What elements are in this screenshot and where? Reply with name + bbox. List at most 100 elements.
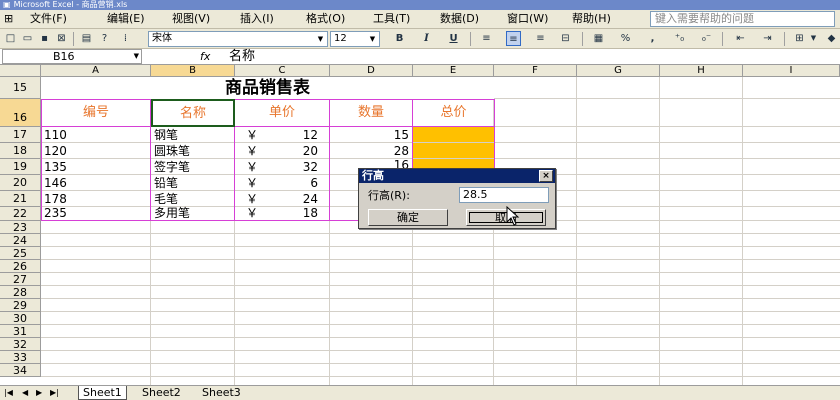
sheet-tab-sheet1[interactable]: Sheet1 [78, 386, 127, 400]
comma-button[interactable]: , [645, 31, 660, 46]
menu-view[interactable]: 视图(V) [172, 12, 210, 26]
bold-button[interactable]: B [392, 31, 407, 46]
cell-price[interactable]: 18 [262, 206, 318, 221]
row-header-25[interactable]: 25 [0, 247, 41, 260]
header-cell-name[interactable]: 名称 [151, 99, 235, 127]
row-header-23[interactable]: 23 [0, 221, 41, 234]
decrease-decimal-icon[interactable]: ₀⁻ [699, 31, 714, 46]
menu-icon[interactable]: ⊞ [4, 12, 13, 26]
increase-decimal-icon[interactable]: ⁺₀ [672, 31, 687, 46]
fx-icon[interactable]: fx [200, 49, 210, 64]
ok-button[interactable]: 确定 [368, 209, 448, 226]
font-name-combo[interactable]: 宋体 ▼ [148, 31, 328, 47]
cell-price[interactable]: 12 [262, 127, 318, 143]
cell-price[interactable]: 6 [262, 175, 318, 191]
row-header-29[interactable]: 29 [0, 299, 41, 312]
permission-icon[interactable]: ⊠ [54, 31, 69, 46]
menu-file[interactable]: 文件(F) [30, 12, 67, 26]
cell-name[interactable]: 签字笔 [154, 159, 234, 175]
row-header-28[interactable]: 28 [0, 286, 41, 299]
menu-insert[interactable]: 插入(I) [240, 12, 274, 26]
new-file-icon[interactable]: □ [3, 31, 18, 46]
save-icon[interactable]: ▪ [37, 31, 52, 46]
last-sheet-icon[interactable]: ▶| [50, 387, 59, 399]
row-height-input[interactable]: 28.5 [459, 187, 549, 203]
chevron-down-icon[interactable]: ▼ [315, 33, 326, 45]
row-header-33[interactable]: 33 [0, 351, 41, 364]
merge-center-icon[interactable]: ⊟ [558, 31, 573, 46]
column-header-h[interactable]: H [660, 65, 743, 77]
cell-total[interactable] [413, 143, 494, 158]
header-cell-id[interactable]: 编号 [42, 100, 150, 126]
currency-icon[interactable]: ▦ [591, 31, 606, 46]
row-header-17[interactable]: 17 [0, 127, 41, 143]
menu-format[interactable]: 格式(O) [306, 12, 345, 26]
percent-button[interactable]: % [618, 31, 633, 46]
chevron-down-icon[interactable]: ▼ [134, 50, 139, 63]
menu-window[interactable]: 窗口(W) [507, 12, 548, 26]
chevron-down-icon[interactable]: ▼ [806, 31, 821, 46]
column-header-c[interactable]: C [235, 65, 330, 77]
sheet-tab-sheet2[interactable]: Sheet2 [138, 386, 185, 400]
align-center-icon[interactable]: ≡ [506, 31, 521, 46]
menu-data[interactable]: 数据(D) [440, 12, 479, 26]
cell-id[interactable]: 110 [44, 127, 148, 143]
sheet-tab-sheet3[interactable]: Sheet3 [198, 386, 245, 400]
header-cell-total[interactable]: 总价 [413, 100, 494, 126]
column-header-g[interactable]: G [577, 65, 660, 77]
name-box[interactable]: B16 ▼ [2, 49, 142, 64]
cell-name[interactable]: 多用笔 [154, 206, 234, 221]
cell-id[interactable]: 135 [44, 159, 148, 175]
menu-tools[interactable]: 工具(T) [373, 12, 410, 26]
increase-indent-icon[interactable]: ⇥ [760, 31, 775, 46]
column-header-a[interactable]: A [41, 65, 151, 77]
cell-id[interactable]: 146 [44, 175, 148, 191]
header-cell-price[interactable]: 单价 [235, 100, 329, 126]
cell-price[interactable]: 20 [262, 143, 318, 159]
chevron-down-icon[interactable]: ▼ [367, 33, 378, 45]
column-header-d[interactable]: D [330, 65, 413, 77]
row-header-15[interactable]: 15 [0, 77, 41, 99]
column-header-b[interactable]: B [151, 65, 235, 77]
fill-color-icon[interactable]: ◆ [824, 31, 839, 46]
help-search-input[interactable]: 键入需要帮助的问题 [650, 11, 835, 27]
toolbar-options-icon[interactable]: ⁞ [118, 31, 133, 46]
cell-total[interactable] [413, 127, 494, 142]
row-header-31[interactable]: 31 [0, 325, 41, 338]
column-header-e[interactable]: E [413, 65, 494, 77]
menu-help[interactable]: 帮助(H) [572, 12, 611, 26]
close-icon[interactable]: × [539, 170, 553, 182]
cell-id[interactable]: 235 [44, 206, 148, 221]
first-sheet-icon[interactable]: |◀ [4, 387, 13, 399]
cell-qty[interactable]: 15 [330, 127, 409, 143]
row-header-19[interactable]: 19 [0, 159, 41, 175]
column-header-f[interactable]: F [494, 65, 577, 77]
row-header-27[interactable]: 27 [0, 273, 41, 286]
help-icon[interactable]: ? [97, 31, 112, 46]
menu-edit[interactable]: 编辑(E) [107, 12, 145, 26]
column-header-i[interactable]: I [743, 65, 840, 77]
cell-id[interactable]: 120 [44, 143, 148, 159]
row-header-34[interactable]: 34 [0, 364, 41, 377]
font-size-combo[interactable]: 12 ▼ [330, 31, 380, 47]
print-icon[interactable]: ▤ [79, 31, 94, 46]
cell-name[interactable]: 毛笔 [154, 191, 234, 207]
row-header-24[interactable]: 24 [0, 234, 41, 247]
underline-button[interactable]: U [446, 31, 461, 46]
row-header-16[interactable]: 16 [0, 99, 41, 127]
dialog-title-bar[interactable]: 行高 × [359, 169, 555, 183]
align-left-icon[interactable]: ≡ [479, 31, 494, 46]
cell-name[interactable]: 钢笔 [154, 127, 234, 143]
row-header-32[interactable]: 32 [0, 338, 41, 351]
align-right-icon[interactable]: ≡ [533, 31, 548, 46]
next-sheet-icon[interactable]: ▶ [36, 387, 42, 399]
row-header-20[interactable]: 20 [0, 175, 41, 191]
cell-name[interactable]: 圆珠笔 [154, 143, 234, 159]
formula-input[interactable]: 名称 [229, 49, 255, 64]
cell-price[interactable]: 24 [262, 191, 318, 207]
cell-price[interactable]: 32 [262, 159, 318, 175]
prev-sheet-icon[interactable]: ◀ [22, 387, 28, 399]
row-header-30[interactable]: 30 [0, 312, 41, 325]
cell-name[interactable]: 铅笔 [154, 175, 234, 191]
header-cell-qty[interactable]: 数量 [330, 100, 412, 126]
